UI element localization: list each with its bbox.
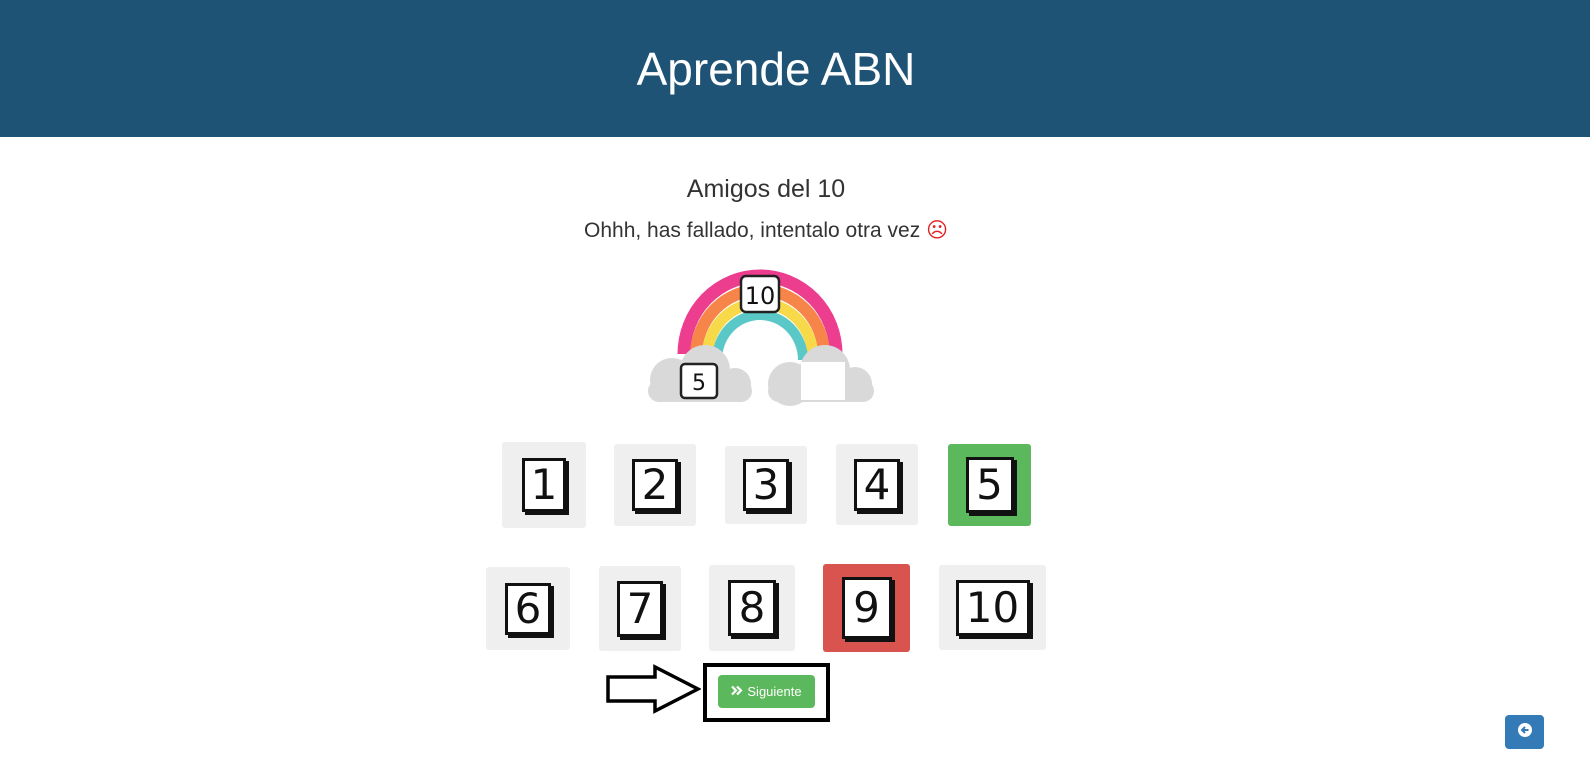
back-button[interactable] <box>1505 715 1544 749</box>
number-card: 1 <box>522 458 566 512</box>
number-card: 3 <box>743 459 789 511</box>
target-number: 10 <box>745 282 776 310</box>
missing-addend-slot <box>801 362 845 400</box>
next-button[interactable]: Siguiente <box>718 675 815 708</box>
number-card: 10 <box>955 579 1030 636</box>
option-tile-1[interactable]: 1 <box>502 442 586 528</box>
option-tile-7[interactable]: 7 <box>599 566 681 651</box>
option-tile-4[interactable]: 4 <box>836 444 918 525</box>
option-tile-3[interactable]: 3 <box>725 446 807 524</box>
number-card: 5 <box>965 457 1014 513</box>
number-card: 7 <box>617 580 663 637</box>
number-card: 6 <box>505 582 551 635</box>
arrow-left-circle-icon <box>1517 722 1533 743</box>
target-card: 10 <box>739 274 781 314</box>
next-button-label: Siguiente <box>747 684 802 699</box>
option-tile-9[interactable]: 9 <box>823 564 910 652</box>
feedback-message: Ohhh, has fallado, intentalo otra vez ☹ <box>0 218 1532 243</box>
app-title: Aprende ABN <box>636 43 916 95</box>
option-tile-5[interactable]: 5 <box>948 444 1031 526</box>
left-addend-card: 5 <box>679 362 719 400</box>
double-chevron-right-icon <box>731 684 743 699</box>
number-card: 8 <box>728 580 776 636</box>
sad-face-icon: ☹ <box>926 219 948 242</box>
number-card: 2 <box>632 459 678 511</box>
app-header: Aprende ABN <box>0 0 1590 137</box>
left-addend-number: 5 <box>692 371 706 396</box>
option-tile-10[interactable]: 10 <box>939 565 1046 650</box>
number-card: 9 <box>841 577 892 639</box>
option-tile-8[interactable]: 8 <box>709 565 795 651</box>
number-card: 4 <box>854 458 900 511</box>
exercise-title: Amigos del 10 <box>686 175 846 203</box>
pointing-arrow-icon <box>606 664 701 714</box>
option-tile-6[interactable]: 6 <box>486 567 570 650</box>
option-tile-2[interactable]: 2 <box>614 444 696 526</box>
rainbow-illustration: 10 5 <box>648 269 874 406</box>
feedback-text: Ohhh, has fallado, intentalo otra vez <box>584 219 921 242</box>
